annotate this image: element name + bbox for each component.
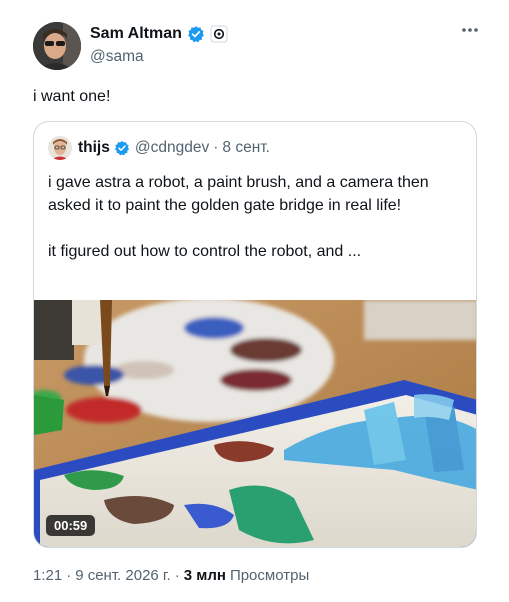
views-count: 3 млн [183, 567, 226, 584]
meta-separator: · [66, 567, 72, 584]
video-duration-badge: 00:59 [46, 515, 96, 536]
tweet-text: i want one! [33, 88, 111, 105]
tweet-meta: 1:21 · 9 сент. 2026 г. · 3 млн Просмотры [33, 567, 309, 584]
quoted-verified-badge-icon [114, 140, 130, 156]
quoted-author-avatar[interactable] [48, 136, 72, 160]
quoted-date[interactable]: 8 сент. [222, 139, 270, 157]
openai-affiliate-icon[interactable] [210, 25, 228, 43]
more-options-button[interactable] [457, 22, 483, 44]
quoted-tweet-header: thijs @cdngdev · 8 сент. [48, 136, 270, 160]
meta-separator: · [174, 567, 180, 584]
verified-badge-icon[interactable] [187, 25, 205, 43]
author-display-name[interactable]: Sam Altman [90, 25, 182, 43]
author-handle[interactable]: @sama [90, 48, 144, 66]
tweet-time[interactable]: 1:21 [33, 567, 62, 584]
quoted-handle: @cdngdev [134, 139, 210, 156]
tweet-date[interactable]: 9 сент. 2026 г. [75, 567, 171, 584]
views-label: Просмотры [229, 567, 310, 584]
quoted-separator: · [213, 139, 219, 156]
quoted-paragraph: i gave astra a robot, a paint brush, and… [48, 174, 429, 214]
quoted-display-name[interactable]: thijs [78, 139, 110, 157]
tweet-header: Sam Altman @sama [33, 22, 483, 74]
quoted-paragraph: it figured out how to control the robot,… [48, 243, 362, 260]
video-thumbnail[interactable]: 00:59 [34, 300, 476, 547]
quoted-tweet[interactable]: thijs @cdngdev · 8 сент. i gave astra a … [33, 121, 477, 548]
quoted-text: i gave astra a robot, a paint brush, and… [48, 171, 468, 263]
author-name-row: Sam Altman [90, 24, 228, 44]
author-avatar[interactable] [33, 22, 81, 70]
